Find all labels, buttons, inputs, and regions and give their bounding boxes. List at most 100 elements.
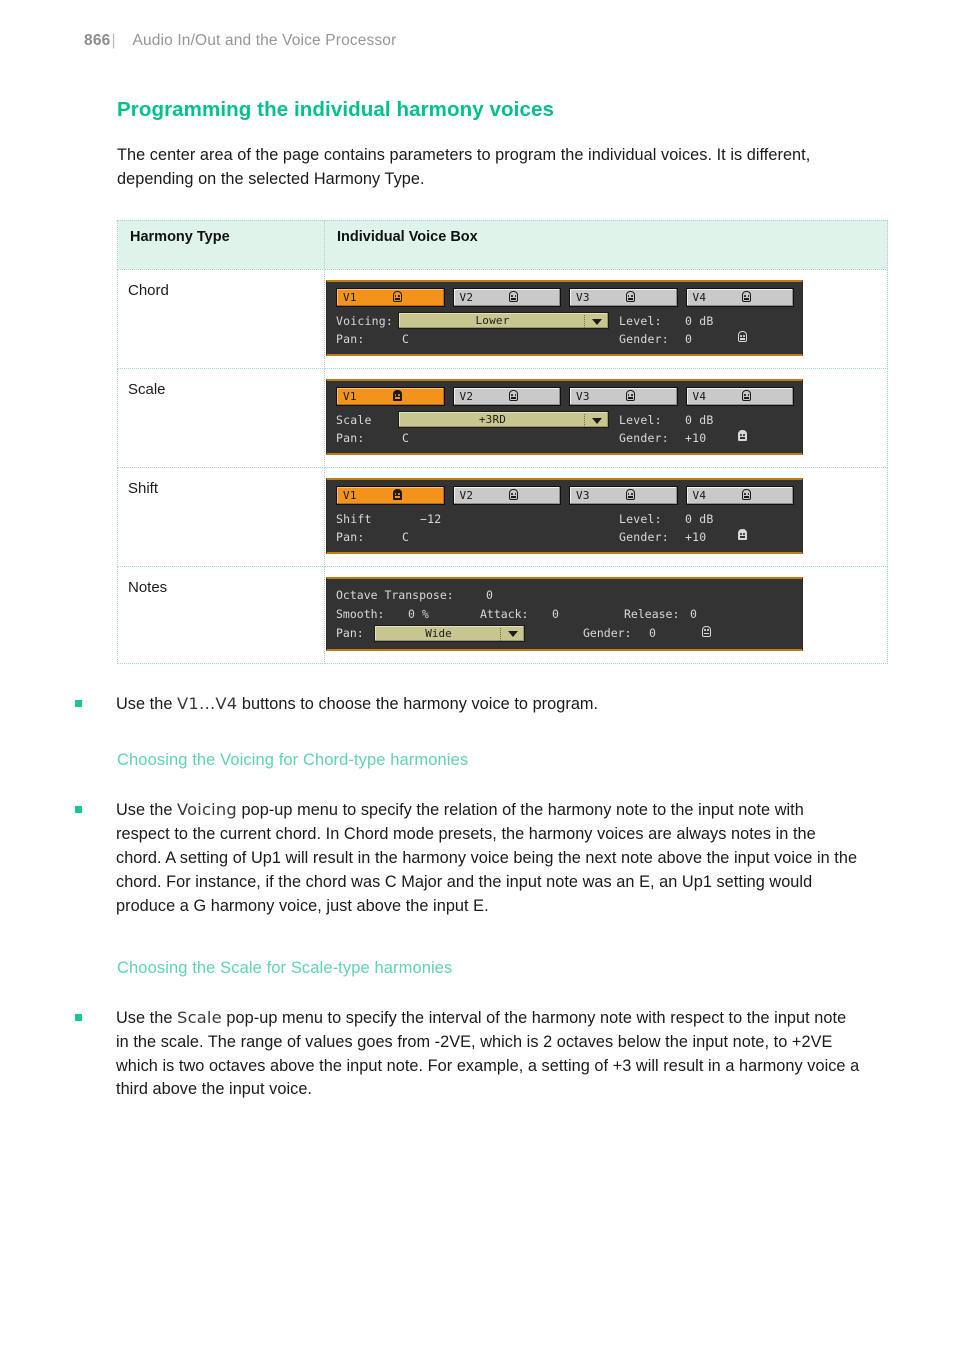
chevron-down-icon [592,318,602,325]
voice-button-v3[interactable]: V3 [569,287,678,307]
shift-value[interactable]: −12 [398,512,441,526]
pan-value[interactable]: C [398,530,409,544]
head-icon [706,390,787,402]
individual-voice-box-scale: V1 V2 V3 V4 Scale +3RD Level: 0 dB Pan: … [326,378,803,455]
head-icon [590,489,671,501]
voice-button-group: V1 V2 V3 V4 [336,485,794,505]
level-param: Level: 0 dB [619,512,794,526]
bullet-voices-pre: Use the [116,694,178,713]
harmony-type-label: Scale [117,367,325,468]
voicing-dropdown[interactable]: Lower [398,312,609,330]
level-value[interactable]: 0 dB [685,314,737,328]
table-body: Chord V1 V2 V3 V4 Voicing: Lower Level: … [117,268,888,664]
attack-value[interactable]: 0 [552,607,624,621]
bullet-scale-pre: Use the [116,1008,178,1027]
bullet-scale-post: pop-up menu to specify the interval of t… [116,1008,860,1099]
voice-box-cell: Octave Transpose: 0 Smooth: 0 % Attack: … [324,565,888,664]
head-icon [706,489,787,501]
subheading-scale: Choosing the Scale for Scale-type harmon… [117,958,453,977]
pan-gender-row: Pan: Wide Gender: 0 [336,624,794,643]
scale-dropdown[interactable]: +3RD [398,411,609,429]
harmony-type-table: Harmony Type Individual Voice Box Chord … [117,219,888,664]
gender-value[interactable]: +10 [685,530,737,544]
smooth-attack-release-row: Smooth: 0 % Attack: 0 Release: 0 [336,605,794,624]
table-row: Notes Octave Transpose: 0 Smooth: 0 % At… [117,565,888,664]
pan-value: Wide [425,626,452,640]
scale-row: Scale +3RD Level: 0 dB [336,411,794,429]
bullet-voices: Use the V1…V4 buttons to choose the harm… [75,692,861,717]
subheading-voicing: Choosing the Voicing for Chord-type harm… [117,750,469,769]
voice-button-v4[interactable]: V4 [685,485,794,505]
individual-voice-box-chord: V1 V2 V3 V4 Voicing: Lower Level: 0 dB P… [326,279,803,356]
head-filled-icon [357,390,438,402]
gender-param: Gender: 0 [619,331,794,346]
dropdown-divider [500,627,501,641]
scale-label: Scale [336,412,372,427]
table-row: Scale V1 V2 V3 V4 Scale +3RD Level: 0 dB… [117,367,888,468]
gender-value[interactable]: 0 [649,626,701,640]
voice-button-label: V3 [576,290,590,304]
scale-value: +3RD [478,413,507,427]
voice-button-v1[interactable]: V1 [336,287,445,307]
release-value[interactable]: 0 [690,607,697,621]
level-label: Level: [619,412,662,427]
bullet-scale-mono: Scale [177,1007,222,1027]
head-icon [590,390,671,402]
pan-param: Pan: C [336,530,619,544]
gender-param: Gender: +10 [619,430,794,445]
head-icon [590,291,671,303]
octave-transpose-label: Octave Transpose: [336,588,454,603]
head-filled-icon [357,489,438,501]
gender-label: Gender: [619,430,669,445]
voice-button-v2[interactable]: V2 [452,386,561,406]
dropdown-divider [584,414,585,428]
head-filled-icon [737,430,748,445]
attack-label: Attack: [480,607,529,622]
gender-label: Gender: [619,331,669,346]
chapter-title: Audio In/Out and the Voice Processor [132,32,397,49]
level-value[interactable]: 0 dB [685,413,737,427]
voice-button-label: V1 [343,290,357,304]
column-header-harmony-type: Harmony Type [117,219,325,270]
smooth-label: Smooth: [336,607,385,622]
level-value[interactable]: 0 dB [685,512,737,526]
pan-param: Pan: C [336,332,619,346]
harmony-type-label: Notes [117,565,325,664]
voice-button-group: V1 V2 V3 V4 [336,386,794,406]
voice-button-v4[interactable]: V4 [685,287,794,307]
gender-value[interactable]: 0 [685,332,737,346]
voice-box-cell: V1 V2 V3 V4 [324,268,888,369]
smooth-value[interactable]: 0 % [408,607,480,621]
voicing-label: Voicing: [336,313,393,328]
octave-transpose-value[interactable]: 0 [486,588,493,602]
bullet-voicing-text: Use the Voicing pop-up menu to specify t… [116,798,861,919]
intro-paragraph: The center area of the page contains par… [117,146,811,188]
pan-dropdown[interactable]: Wide [374,624,525,642]
pan-label: Pan: [336,430,365,445]
pan-row: Pan: C Gender: +10 [336,528,794,546]
head-icon [706,291,787,303]
table-header-row: Harmony Type Individual Voice Box [117,219,888,270]
pan-value[interactable]: C [398,431,409,445]
gender-value[interactable]: +10 [685,431,737,445]
pan-label: Pan: [336,626,364,641]
voice-button-v3[interactable]: V3 [569,485,678,505]
level-param: Level: 0 dB [619,314,794,328]
page-title: Programming the individual harmony voice… [117,98,554,121]
content-column: Programming the individual harmony voice… [75,98,888,1102]
head-filled-icon [737,529,748,544]
pan-param: Pan: C [336,431,619,445]
octave-transpose-row: Octave Transpose: 0 [336,586,794,605]
pan-label: Pan: [336,331,365,346]
voice-button-v1[interactable]: V1 [336,485,445,505]
voice-button-v4[interactable]: V4 [685,386,794,406]
voice-button-v2[interactable]: V2 [452,485,561,505]
voice-button-v2[interactable]: V2 [452,287,561,307]
voice-button-v1[interactable]: V1 [336,386,445,406]
pan-value[interactable]: C [398,332,409,346]
shift-label: Shift [336,511,372,526]
voice-button-v3[interactable]: V3 [569,386,678,406]
head-icon [473,489,554,501]
pan-row: Pan: C Gender: 0 [336,330,794,348]
pan-label: Pan: [336,529,365,544]
